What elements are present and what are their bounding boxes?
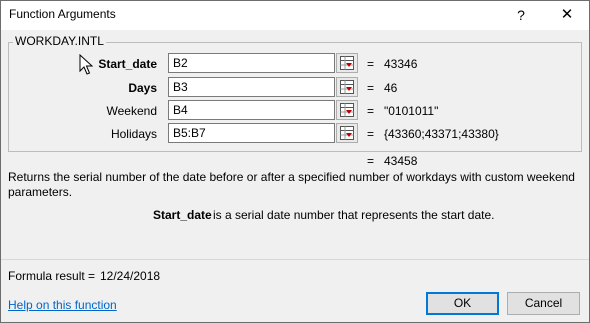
arg-equals: = bbox=[367, 81, 375, 95]
days-input[interactable]: B3 bbox=[168, 77, 335, 97]
formula-result-value: 12/24/2018 bbox=[100, 269, 161, 283]
function-arguments-dialog: Function Arguments ? ✕ WORKDAY.INTL Star… bbox=[0, 0, 590, 323]
arg-label-holidays: Holidays bbox=[110, 127, 157, 141]
start-date-collapse-button[interactable] bbox=[336, 53, 358, 73]
arg-value-weekend: "0101011" bbox=[384, 104, 439, 118]
function-name: WORKDAY.INTL bbox=[13, 34, 106, 48]
days-collapse-button[interactable] bbox=[336, 77, 358, 97]
arg-equals: = bbox=[367, 104, 375, 118]
arg-description-name: Start_date bbox=[153, 208, 212, 222]
start-date-input[interactable]: B2 bbox=[168, 53, 335, 73]
range-select-icon bbox=[340, 103, 354, 117]
weekend-input[interactable]: B4 bbox=[168, 100, 335, 120]
arg-equals: = bbox=[367, 127, 375, 141]
arg-value-days: 46 bbox=[384, 81, 398, 95]
result-equals: = bbox=[367, 154, 375, 168]
help-on-function-link[interactable]: Help on this function bbox=[8, 298, 117, 312]
range-select-icon bbox=[340, 126, 354, 140]
ok-button[interactable]: OK bbox=[426, 292, 499, 315]
mouse-pointer-icon bbox=[79, 54, 93, 75]
arg-value-holidays: {43360;43371;43380} bbox=[384, 127, 499, 141]
arg-label-days: Days bbox=[128, 81, 157, 95]
arg-description-text: is a serial date number that represents … bbox=[213, 208, 495, 222]
help-button[interactable]: ? bbox=[503, 4, 539, 26]
weekend-collapse-button[interactable] bbox=[336, 100, 358, 120]
range-select-icon bbox=[340, 56, 354, 70]
divider bbox=[1, 259, 589, 260]
arg-equals: = bbox=[367, 57, 375, 71]
holidays-collapse-button[interactable] bbox=[336, 123, 358, 143]
close-button[interactable]: ✕ bbox=[549, 4, 585, 26]
range-select-icon bbox=[340, 80, 354, 94]
holidays-input[interactable]: B5:B7 bbox=[168, 123, 335, 143]
arg-label-weekend: Weekend bbox=[106, 104, 157, 118]
window-title: Function Arguments bbox=[9, 7, 116, 21]
formula-result-label: Formula result = bbox=[8, 269, 96, 283]
title-bar[interactable]: Function Arguments ? ✕ bbox=[1, 1, 589, 30]
cancel-button[interactable]: Cancel bbox=[507, 292, 580, 315]
function-description: Returns the serial number of the date be… bbox=[8, 170, 575, 199]
arg-value-start-date: 43346 bbox=[384, 57, 418, 71]
function-result-value: 43458 bbox=[384, 154, 418, 168]
